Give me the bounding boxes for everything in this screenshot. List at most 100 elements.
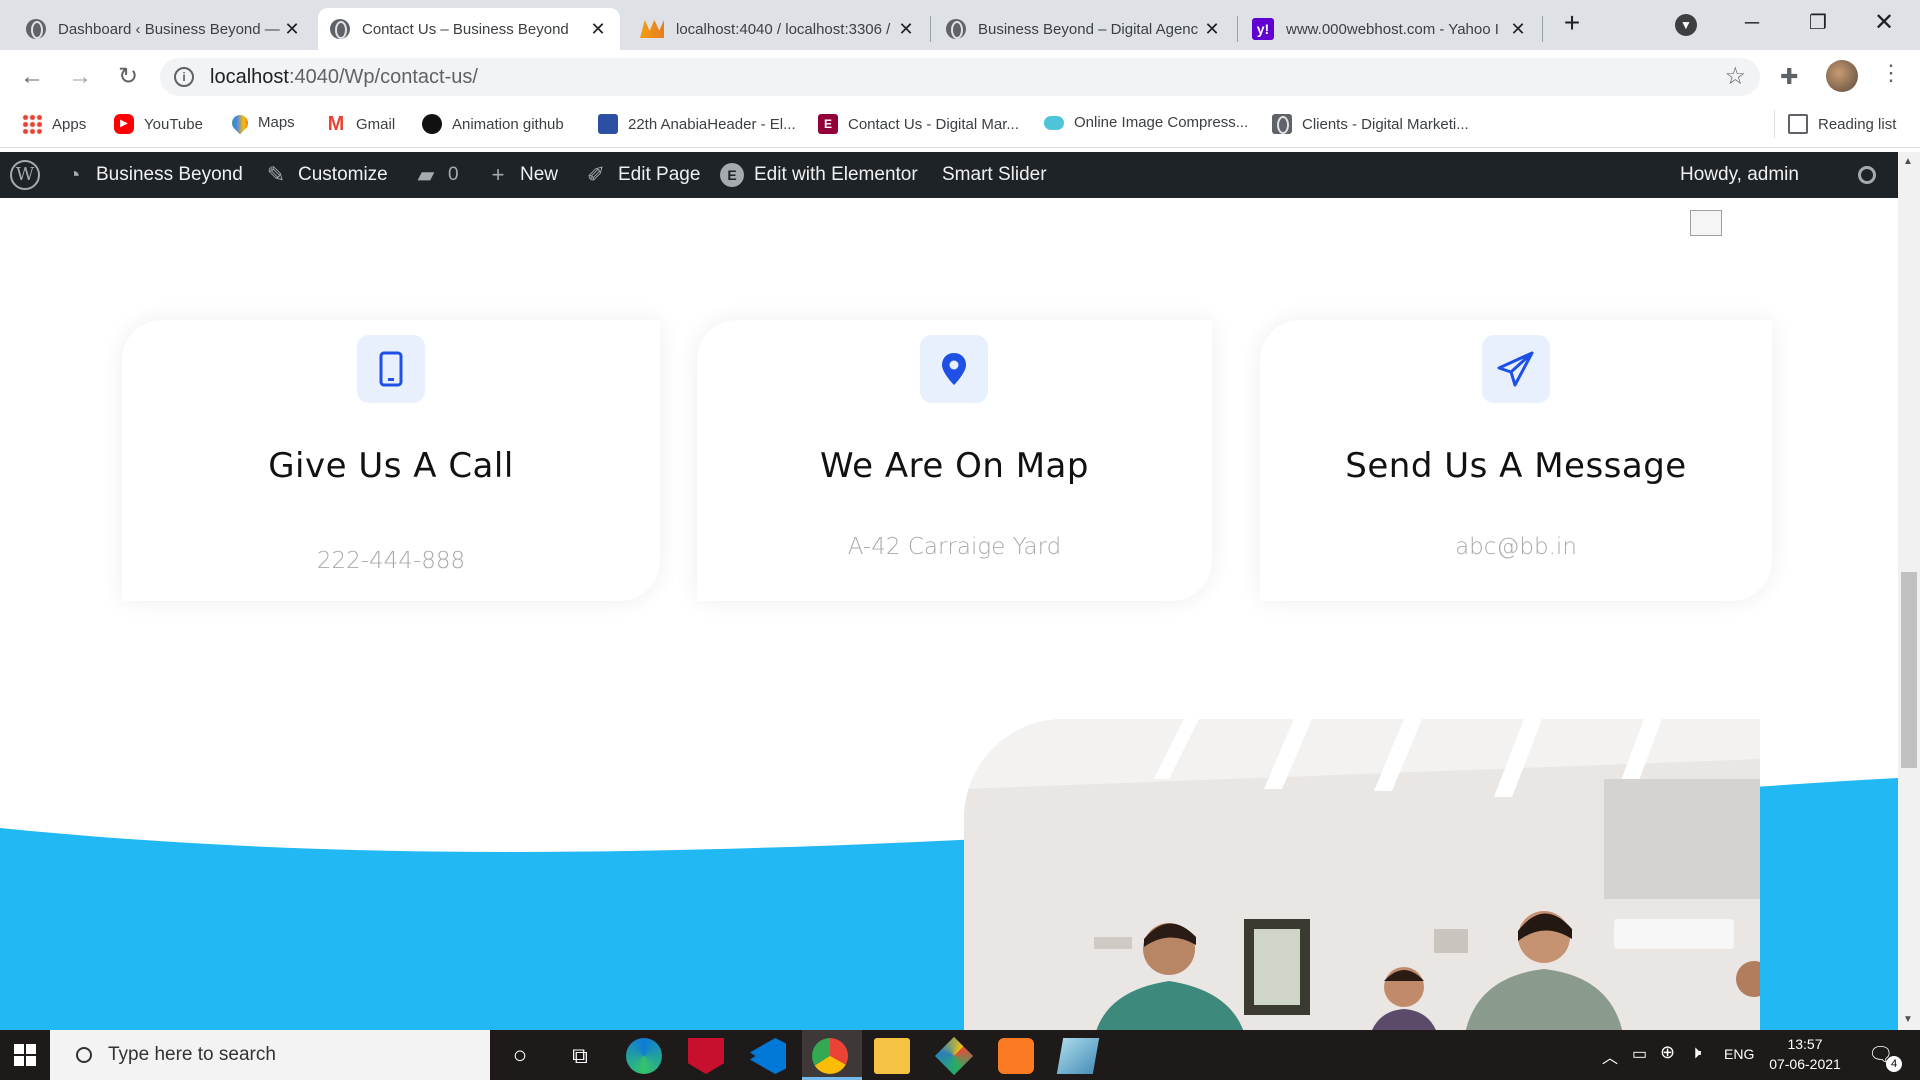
bookmark-contact-us[interactable]: E Contact Us - Digital Mar... (818, 114, 1019, 134)
task-view-icon[interactable]: ⧉ (562, 1038, 598, 1074)
bookmark-label: YouTube (144, 115, 203, 133)
wp-site-name[interactable]: ◔ Business Beyond (62, 152, 242, 198)
app-icon[interactable] (1056, 1038, 1100, 1074)
star-icon[interactable]: ☆ (1724, 62, 1746, 91)
clock-time[interactable]: 13:57 (1766, 1036, 1844, 1052)
close-icon[interactable]: ✕ (1508, 19, 1528, 40)
tab-title: Contact Us – Business Beyond (362, 20, 569, 38)
bookmark-label: Online Image Compress... (1074, 114, 1249, 131)
bookmark-anabia-header[interactable]: 22th AnabiaHeader - El... (598, 114, 796, 134)
icon-box (920, 335, 988, 403)
search-icon (1858, 166, 1876, 184)
tab-title: Business Beyond – Digital Agenc (978, 20, 1199, 38)
wp-howdy[interactable]: Howdy, admin (1680, 152, 1799, 198)
clock-date[interactable]: 07-06-2021 (1766, 1056, 1844, 1072)
page-content: Give Us A Call 222-444-888 We Are On Map… (0, 198, 1898, 1030)
git-gui-icon[interactable] (934, 1036, 974, 1076)
chrome-icon[interactable] (812, 1038, 848, 1074)
mobile-phone-icon (379, 351, 403, 387)
wp-customize[interactable]: ✎ Customize (264, 152, 388, 198)
close-icon[interactable]: ✕ (588, 19, 608, 40)
tab-contact-us[interactable]: Contact Us – Business Beyond ✕ (318, 8, 620, 50)
reading-list-button[interactable]: Reading list (1788, 114, 1896, 134)
close-icon[interactable]: ✕ (282, 19, 302, 40)
network-globe-icon[interactable]: ⊕ (1660, 1042, 1675, 1063)
bookmark-label: Animation github (452, 115, 564, 133)
avatar[interactable] (1826, 60, 1858, 92)
address-bar[interactable]: i localhost:4040/Wp/contact-us/ ☆ (160, 58, 1760, 96)
chevron-up-icon[interactable]: ︿ (1602, 1044, 1618, 1068)
brush-icon: ✎ (266, 162, 286, 187)
reload-button[interactable]: ↻ (112, 62, 144, 92)
extensions-icon[interactable]: ✚ (1780, 64, 1798, 90)
minimize-button[interactable]: ─ (1732, 8, 1772, 38)
card-title: We Are On Map (820, 446, 1089, 486)
tab-separator (1542, 16, 1543, 42)
tab-title: localhost:4040 / localhost:3306 / (676, 20, 891, 38)
maps-pin-icon (228, 111, 252, 134)
wp-edit-elementor[interactable]: E Edit with Elementor (720, 152, 918, 198)
battery-icon[interactable]: ▭ (1632, 1044, 1647, 1064)
bookmark-image-compress[interactable]: Online Image Compress... (1044, 114, 1248, 131)
url-text[interactable]: localhost:4040/Wp/contact-us/ (210, 66, 478, 89)
wp-search-button[interactable] (1858, 152, 1876, 198)
bookmark-youtube[interactable]: ▶ YouTube (114, 114, 203, 134)
smart-slider-label: Smart Slider (942, 164, 1047, 185)
gmail-icon: M (327, 113, 345, 135)
new-tab-button[interactable]: + (1552, 8, 1592, 38)
windows-start-icon[interactable] (14, 1044, 36, 1066)
bookmarks-divider (1774, 110, 1775, 138)
cloud-icon (1044, 115, 1064, 130)
back-button[interactable]: ← (16, 62, 48, 92)
close-icon[interactable]: ✕ (896, 19, 916, 40)
taskbar-search-box[interactable]: Type here to search (50, 1030, 490, 1080)
dashboard-icon: ◔ (67, 162, 81, 187)
globe-icon (330, 19, 350, 39)
page-scrollbar[interactable]: ▲ ▼ (1898, 152, 1920, 1030)
close-icon[interactable]: ✕ (1202, 19, 1222, 40)
scrollbar-thumb[interactable] (1901, 572, 1917, 768)
bookmark-label: Gmail (356, 115, 396, 133)
url-path: :4040/Wp/contact-us/ (288, 66, 478, 88)
edge-icon[interactable] (626, 1038, 662, 1074)
mcafee-icon[interactable] (688, 1038, 724, 1074)
globe-icon (946, 19, 966, 39)
edit-elementor-label: Edit with Elementor (754, 164, 918, 185)
wp-new[interactable]: + New (486, 152, 558, 198)
wp-logo-button[interactable]: W (10, 152, 40, 198)
tab-business-beyond[interactable]: Business Beyond – Digital Agenc ✕ (934, 8, 1234, 50)
close-window-button[interactable]: ✕ (1864, 8, 1904, 38)
bookmark-maps[interactable]: Maps (228, 111, 295, 134)
map-pin-icon (942, 353, 966, 385)
language-indicator[interactable]: ENG (1724, 1046, 1754, 1062)
customize-label: Customize (298, 164, 388, 185)
maximize-button[interactable]: ❐ (1798, 8, 1838, 38)
wp-smart-slider[interactable]: Smart Slider (942, 152, 1047, 198)
bookmark-clients[interactable]: Clients - Digital Marketi... (1272, 114, 1469, 134)
forward-button[interactable]: → (64, 62, 96, 92)
vscode-icon[interactable] (750, 1038, 786, 1074)
tab-search-button[interactable]: ▼ (1666, 8, 1706, 38)
bookmark-gmail[interactable]: M Gmail (326, 113, 396, 135)
contact-card-call: Give Us A Call 222-444-888 (122, 320, 660, 601)
pencil-icon: ✐ (586, 162, 606, 187)
apps-grid-icon (22, 114, 42, 134)
tab-yahoo[interactable]: y! www.000webhost.com - Yahoo I ✕ (1240, 8, 1540, 50)
wp-edit-page[interactable]: ✐ Edit Page (584, 152, 701, 198)
bookmark-animation-github[interactable]: Animation github (422, 114, 564, 134)
xampp-icon[interactable] (998, 1038, 1034, 1074)
wp-comments[interactable]: ▰ 0 (414, 152, 459, 198)
speaker-muted-icon[interactable]: 🕨 (1690, 1042, 1701, 1063)
icon-box (1482, 335, 1550, 403)
bookmark-apps[interactable]: Apps (22, 114, 86, 134)
info-icon[interactable]: i (174, 67, 194, 87)
scroll-up-arrow[interactable]: ▲ (1903, 156, 1913, 167)
file-explorer-icon[interactable] (874, 1038, 910, 1074)
card-value: 222-444-888 (316, 548, 466, 574)
cortana-icon[interactable]: ○ (502, 1038, 538, 1074)
more-menu-icon[interactable]: ⋮ (1880, 60, 1902, 86)
tab-phpmyadmin[interactable]: localhost:4040 / localhost:3306 / ✕ (628, 8, 928, 50)
scroll-down-arrow[interactable]: ▼ (1903, 1014, 1913, 1025)
tab-dashboard[interactable]: Dashboard ‹ Business Beyond — ✕ (14, 8, 314, 50)
card-value: A-42 Carraige Yard (847, 534, 1062, 560)
